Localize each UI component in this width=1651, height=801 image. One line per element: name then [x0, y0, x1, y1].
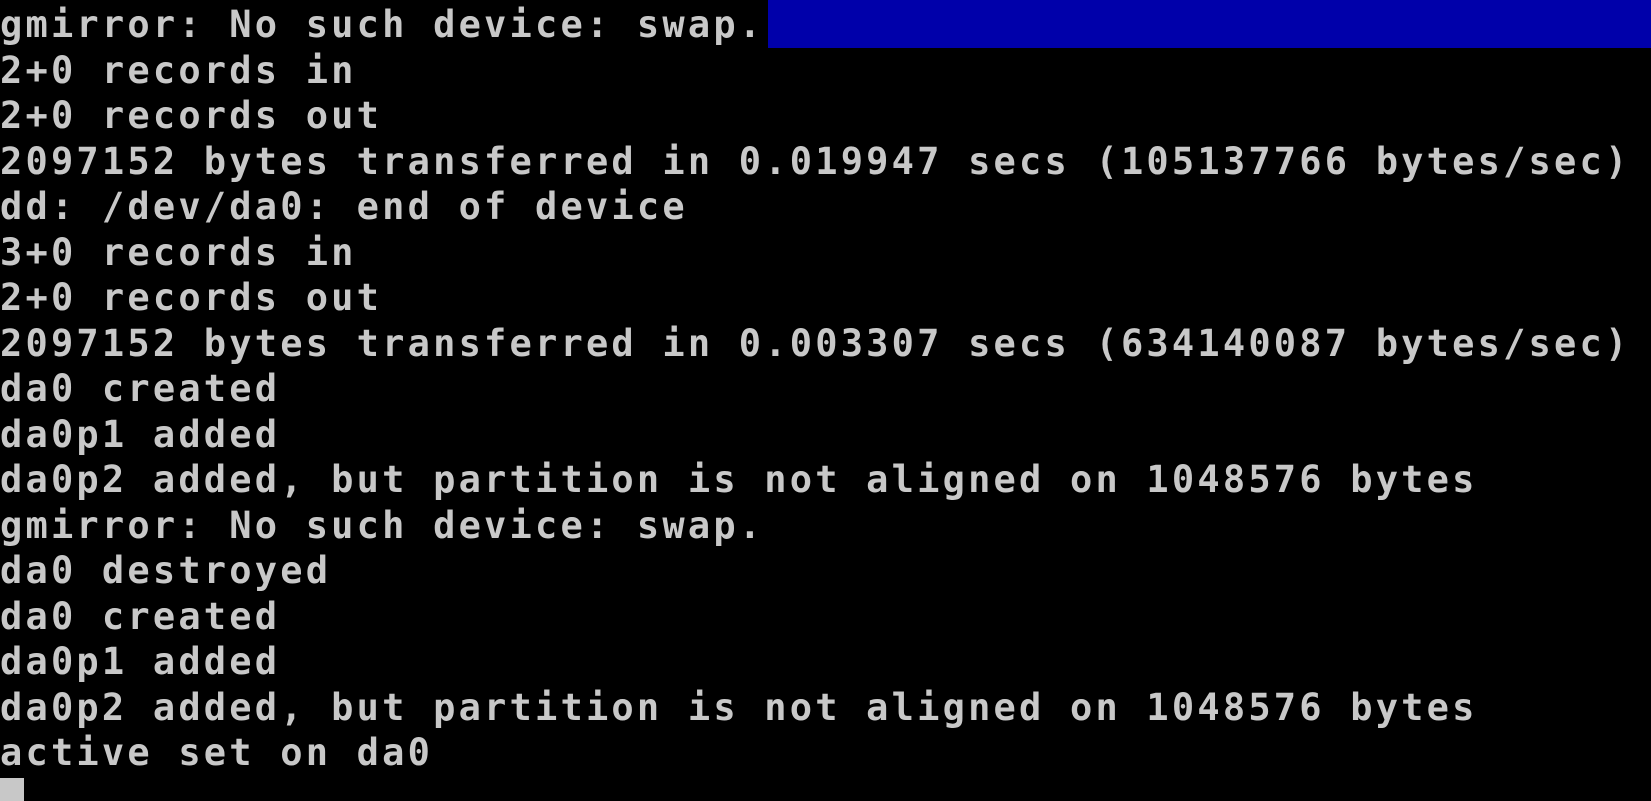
console-line: 2+0 records out: [0, 276, 383, 319]
console-line: 2097152 bytes transferred in 0.019947 se…: [0, 139, 1631, 183]
console-line: gmirror: No such device: swap.: [0, 3, 765, 46]
console-line: da0 created: [0, 367, 281, 410]
console-line: 3+0 records in: [0, 230, 357, 274]
console-line: da0p2 added, but partition is not aligne…: [0, 685, 1478, 729]
console-line: da0p2 added, but partition is not aligne…: [0, 458, 1478, 501]
text-cursor: [0, 778, 24, 801]
console-line: 2097152 bytes transferred in 0.003307 se…: [0, 321, 1631, 365]
console-line: da0p1 added: [0, 640, 281, 683]
console-line: gmirror: No such device: swap.: [0, 503, 765, 547]
console-line: active set on da0: [0, 731, 434, 774]
console-line: 2+0 records out: [0, 94, 383, 137]
console-line: da0p1 added: [0, 412, 281, 456]
console-output: gmirror: No such device: swap. 2+0 recor…: [0, 2, 1630, 776]
console-line: 2+0 records in: [0, 48, 357, 92]
console-line: da0 destroyed: [0, 549, 332, 592]
console-line: da0 created: [0, 594, 281, 638]
terminal-console[interactable]: gmirror: No such device: swap. 2+0 recor…: [0, 0, 1651, 801]
console-line: dd: /dev/da0: end of device: [0, 185, 688, 228]
